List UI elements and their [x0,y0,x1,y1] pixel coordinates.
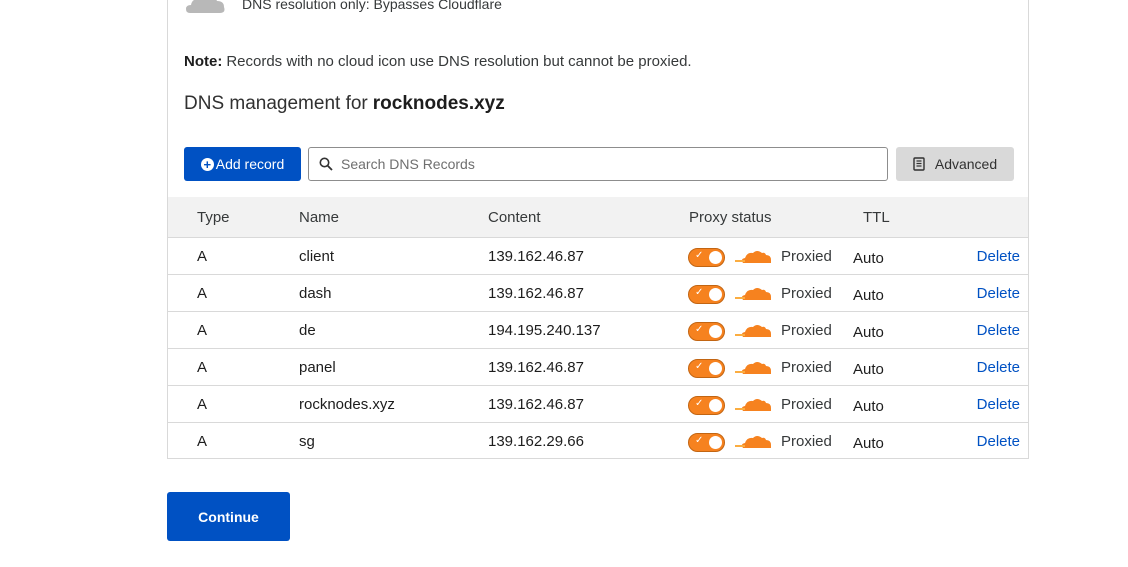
record-ttl: Auto [853,435,884,452]
record-ttl: Auto [853,324,884,341]
advanced-label: Advanced [934,156,998,172]
proxy-status-label: Proxied [781,248,832,265]
add-record-button[interactable]: + Add record [184,147,301,181]
proxy-status-label: Proxied [781,285,832,302]
record-type: A [197,359,208,376]
table-header: Type Name Content Proxy status TTL [168,197,1028,238]
record-name: sg [299,433,315,450]
page-title-domain: rocknodes.xyz [372,93,505,114]
search-icon [319,157,333,171]
delete-link[interactable]: Delete [977,322,1020,339]
header-content: Content [488,209,541,226]
delete-link[interactable]: Delete [977,396,1020,413]
page-title: DNS management for rocknodes.xyz [184,93,505,115]
legend-text: DNS resolution only: Bypasses Cloudflare [242,0,502,12]
advanced-button[interactable]: Advanced [896,147,1014,181]
check-icon: ✓ [695,287,704,298]
table-row: A de 194.195.240.137 ✓ Proxied Auto Dele… [168,312,1028,349]
check-icon: ✓ [695,324,704,335]
check-icon: ✓ [695,435,704,446]
plus-circle-icon: + [200,157,214,171]
proxy-toggle[interactable]: ✓ [688,359,725,378]
record-content: 139.162.29.66 [488,433,584,450]
record-name: dash [299,285,332,302]
dns-records-table: Type Name Content Proxy status TTL A cli… [168,197,1028,459]
check-icon: ✓ [695,361,704,372]
proxy-toggle[interactable]: ✓ [688,322,725,341]
cloud-orange-icon [735,325,771,337]
record-content: 139.162.46.87 [488,396,584,413]
cloud-orange-icon [735,288,771,300]
note-text: Records with no cloud icon use DNS resol… [226,53,692,70]
cloud-orange-icon [735,436,771,448]
cloud-orange-icon [735,251,771,263]
record-ttl: Auto [853,250,884,267]
record-ttl: Auto [853,398,884,415]
record-name: client [299,248,335,265]
record-type: A [197,285,208,302]
continue-button[interactable]: Continue [167,492,290,541]
proxy-toggle[interactable]: ✓ [688,396,725,415]
page-title-prefix: DNS management for [184,93,368,114]
legend-dns-only: DNS resolution only: Bypasses Cloudflare [184,0,502,18]
note-label: Note: [184,53,223,70]
header-proxy-status: Proxy status [689,209,772,226]
record-content: 139.162.46.87 [488,285,584,302]
record-content: 139.162.46.87 [488,248,584,265]
proxy-toggle[interactable]: ✓ [688,285,725,304]
cloud-grey-icon [186,0,225,13]
proxy-status-label: Proxied [781,396,832,413]
delete-link[interactable]: Delete [977,248,1020,265]
check-icon: ✓ [695,398,704,409]
header-ttl: TTL [863,209,890,226]
record-type: A [197,396,208,413]
record-type: A [197,248,208,265]
delete-link[interactable]: Delete [977,433,1020,450]
proxy-toggle[interactable]: ✓ [688,433,725,452]
header-name: Name [299,209,340,226]
record-content: 139.162.46.87 [488,359,584,376]
check-icon: ✓ [695,250,704,261]
record-name: rocknodes.xyz [299,396,395,413]
table-row: A sg 139.162.29.66 ✓ Proxied Auto Delete [168,423,1028,459]
record-type: A [197,433,208,450]
toolbar: + Add record Advanced [184,147,1014,181]
proxy-status-label: Proxied [781,359,832,376]
search-input[interactable] [339,155,883,173]
table-row: A dash 139.162.46.87 ✓ Proxied Auto Dele… [168,275,1028,312]
record-name: panel [299,359,336,376]
table-row: A rocknodes.xyz 139.162.46.87 ✓ Proxied … [168,386,1028,423]
book-icon [913,157,925,171]
cloud-orange-icon [735,362,771,374]
record-name: de [299,322,316,339]
proxy-status-label: Proxied [781,433,832,450]
delete-link[interactable]: Delete [977,285,1020,302]
cloud-orange-icon [735,399,771,411]
table-row: A panel 139.162.46.87 ✓ Proxied Auto Del… [168,349,1028,386]
dns-records-panel: DNS resolution only: Bypasses Cloudflare… [167,0,1029,459]
record-ttl: Auto [853,361,884,378]
header-type: Type [197,209,230,226]
record-type: A [197,322,208,339]
record-content: 194.195.240.137 [488,322,601,339]
add-record-label: Add record [215,156,285,172]
search-box [308,147,888,181]
delete-link[interactable]: Delete [977,359,1020,376]
table-row: A client 139.162.46.87 ✓ Proxied Auto De… [168,238,1028,275]
record-ttl: Auto [853,287,884,304]
proxy-toggle[interactable]: ✓ [688,248,725,267]
proxy-status-label: Proxied [781,322,832,339]
note: Note: Records with no cloud icon use DNS … [184,53,692,70]
